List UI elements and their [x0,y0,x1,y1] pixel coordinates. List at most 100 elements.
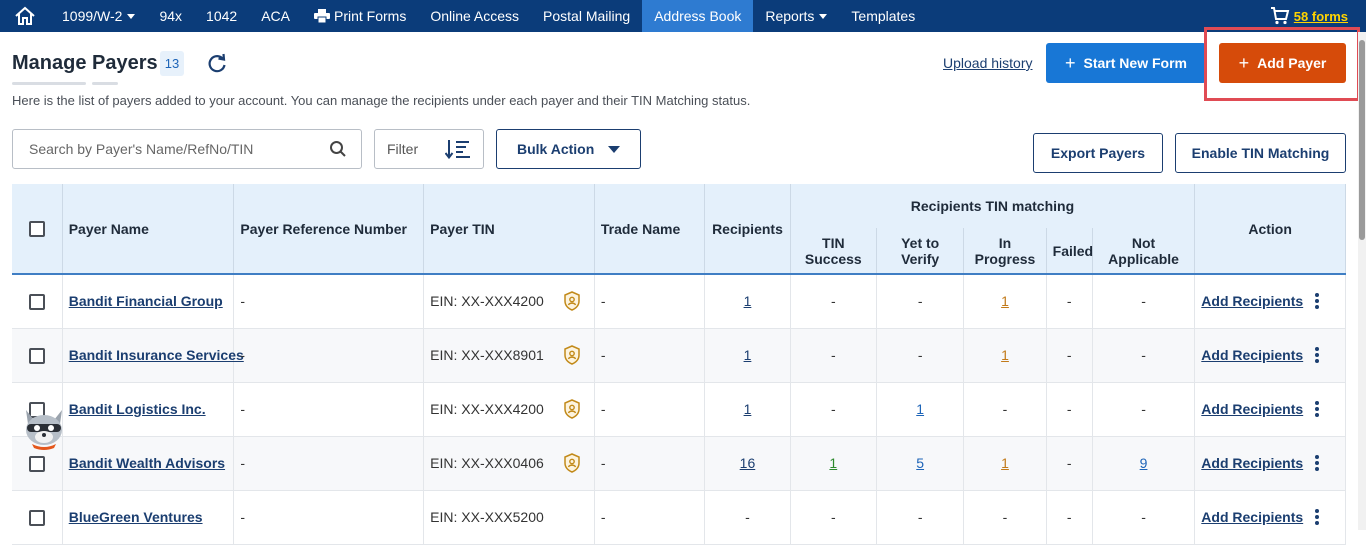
row-checkbox[interactable] [28,347,45,364]
row-checkbox[interactable] [28,509,45,526]
nav-reports[interactable]: Reports [753,0,839,32]
add-recipients-link[interactable]: Add Recipients [1201,293,1303,309]
payer-tin-value: EIN: XX-XXX4200 [430,293,544,310]
upload-history-link[interactable]: Upload history [943,55,1033,71]
failed-cell: - [1046,382,1093,437]
payer-name-link[interactable]: Bandit Insurance Services [69,347,244,363]
add-recipients-link[interactable]: Add Recipients [1201,347,1303,363]
payer-name-link[interactable]: Bandit Logistics Inc. [69,401,206,417]
tin-success-cell: - [790,490,877,545]
title-underline [92,82,118,85]
payer-tin-value: EIN: XX-XXX8901 [430,347,544,363]
header-tin-success[interactable]: TIN Success [790,228,877,274]
header-payer-name[interactable]: Payer Name [62,184,235,274]
action-cell: Add Recipients [1194,436,1346,491]
nav-1042[interactable]: 1042 [194,0,249,32]
shield-badge-icon[interactable] [562,399,582,419]
payer-name-cell: Bandit Financial Group [62,274,235,329]
header-trade-name[interactable]: Trade Name [594,184,706,274]
payer-tin-cell: EIN: XX-XXX4200 [423,382,595,437]
nav-label: Reports [765,8,815,24]
add-recipients-link[interactable]: Add Recipients [1201,509,1303,525]
payer-tin-value: EIN: XX-XXX4200 [430,401,544,417]
more-options-icon[interactable] [1315,347,1319,363]
search-icon[interactable] [329,140,347,158]
shield-badge-icon[interactable] [562,291,582,312]
in-progress-link[interactable]: 1 [1001,347,1009,363]
cart-label: 58 forms [1293,8,1348,24]
nav-label: Print Forms [333,8,407,24]
nav-address-book[interactable]: Address Book [642,0,754,32]
header-yet-to-verify[interactable]: Yet to Verify [876,228,965,274]
payer-name-link[interactable]: BlueGreen Ventures [69,509,203,525]
recipients-count-link[interactable]: 16 [740,455,756,471]
bulk-action-dropdown[interactable]: Bulk Action [496,129,641,169]
more-options-icon[interactable] [1315,509,1319,525]
page-subtitle: Here is the list of payers added to your… [12,93,751,108]
header-not-applicable[interactable]: Not Applicable [1092,228,1196,274]
yet-to-verify-link[interactable]: 5 [916,455,924,471]
row-checkbox[interactable] [28,293,45,310]
recipients-cell: 1 [704,382,791,437]
table-row: BlueGreen Ventures - EIN: XX-XXX5200 - -… [12,490,1346,545]
cart-icon [1270,7,1290,25]
start-new-form-button[interactable]: + Start New Form [1046,43,1206,83]
recipients-count-link[interactable]: 1 [744,347,752,363]
more-options-icon[interactable] [1315,293,1319,310]
header-payer-reference[interactable]: Payer Reference Number [233,184,425,274]
enable-tin-matching-button[interactable]: Enable TIN Matching [1175,133,1346,173]
in-progress-link[interactable]: 1 [1001,293,1009,309]
top-navigation: 1099/W-2 94x 1042 ACA Print Forms Online… [0,0,1366,32]
search-input[interactable] [29,141,319,157]
action-cell: Add Recipients [1194,328,1346,383]
header-payer-tin[interactable]: Payer TIN [423,184,595,274]
not-applicable-cell: - [1092,274,1196,329]
not-applicable-link[interactable]: 9 [1140,455,1148,471]
export-payers-button[interactable]: Export Payers [1033,133,1163,173]
home-icon[interactable] [0,0,50,32]
nav-print-forms[interactable]: Print Forms [302,0,418,32]
nav-94x[interactable]: 94x [147,0,194,32]
title-underline [12,82,86,85]
payer-name-cell: BlueGreen Ventures [62,490,235,545]
header-tin-matching-group: Recipients TIN matching [790,184,1196,228]
more-options-icon[interactable] [1315,455,1319,471]
nav-templates[interactable]: Templates [839,0,927,32]
nav-online-access[interactable]: Online Access [418,0,531,32]
select-all-checkbox[interactable] [28,221,45,238]
tin-success-cell: - [790,382,877,437]
payer-count-badge: 13 [160,51,184,76]
in-progress-link[interactable]: 1 [1001,455,1009,471]
trade-name-cell: - [594,490,706,545]
nav-aca[interactable]: ACA [249,0,302,32]
yet-to-verify-cell: 5 [876,436,965,491]
yet-to-verify-link[interactable]: 1 [916,401,924,417]
yet-to-verify-cell: - [876,490,965,545]
payer-name-link[interactable]: Bandit Financial Group [69,293,223,309]
refresh-icon[interactable] [206,53,228,75]
not-applicable-cell: - [1092,490,1196,545]
tin-success-cell: - [790,328,877,383]
in-progress-cell: - [963,382,1047,437]
vertical-scrollbar[interactable] [1358,32,1366,530]
payer-name-link[interactable]: Bandit Wealth Advisors [69,455,225,471]
mascot-assistant-icon[interactable] [18,400,70,452]
row-checkbox[interactable] [28,455,45,472]
nav-postal-mailing[interactable]: Postal Mailing [531,0,642,32]
add-recipients-link[interactable]: Add Recipients [1201,401,1303,417]
more-options-icon[interactable] [1315,401,1319,417]
header-in-progress[interactable]: In Progress [963,228,1047,274]
nav-1099-w2[interactable]: 1099/W-2 [50,0,147,32]
recipients-count-link[interactable]: 1 [744,401,752,417]
caret-down-icon [819,13,828,19]
shield-badge-icon[interactable] [562,345,582,365]
scrollbar-thumb[interactable] [1359,40,1365,240]
shield-badge-icon[interactable] [562,453,582,473]
add-recipients-link[interactable]: Add Recipients [1201,455,1303,471]
header-failed[interactable]: Failed [1046,228,1093,274]
header-recipients[interactable]: Recipients [704,184,791,274]
recipients-count-link[interactable]: 1 [744,293,752,309]
filter-button[interactable]: Filter [374,129,484,169]
start-new-form-label: Start New Form [1083,55,1187,71]
tin-success-link[interactable]: 1 [829,455,837,471]
